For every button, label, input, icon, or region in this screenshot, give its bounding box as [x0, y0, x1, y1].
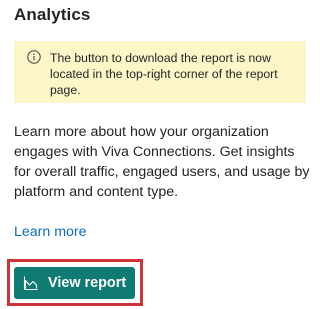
panel-title: Analytics — [14, 5, 91, 24]
info-icon — [27, 50, 41, 64]
area-chart-icon — [23, 276, 38, 291]
view-report-label: View report — [48, 275, 127, 291]
notice-text: The button to download the report is now… — [50, 51, 278, 97]
description-text: Learn more about how your organization e… — [14, 124, 310, 200]
view-report-button[interactable]: View report — [14, 267, 135, 299]
info-notice: The button to download the report is now… — [14, 41, 306, 103]
learn-more-link[interactable]: Learn more — [14, 222, 87, 242]
